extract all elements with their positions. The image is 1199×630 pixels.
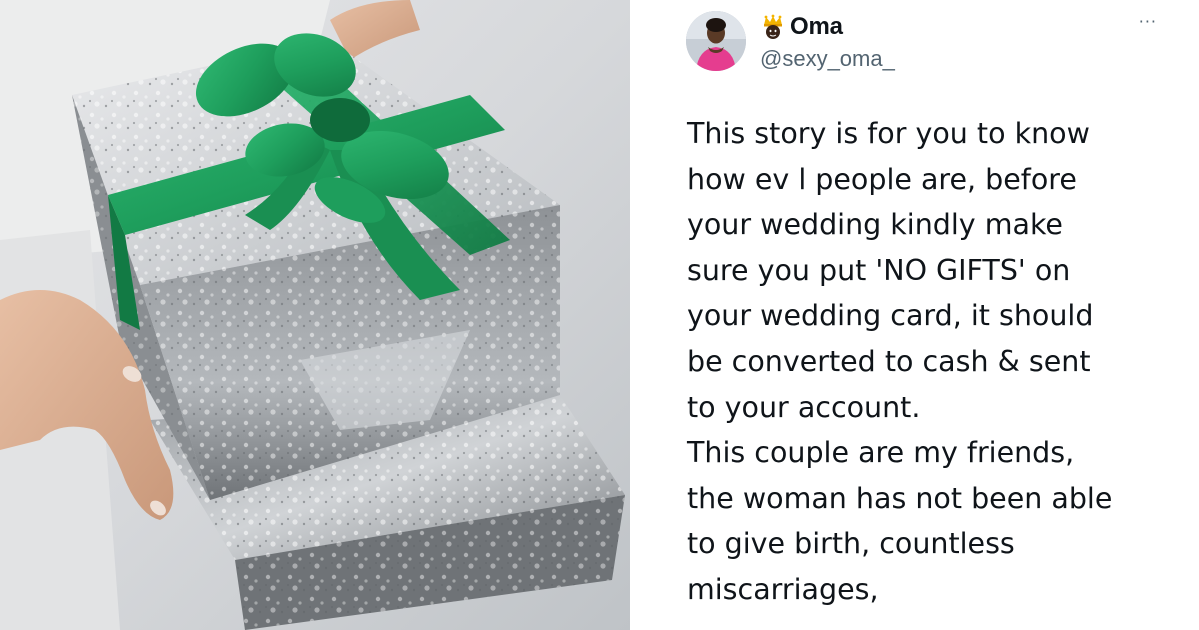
tweet-text-line: This story is for you to know xyxy=(687,117,1090,150)
tweet-text: This story is for you to know how ev l p… xyxy=(687,111,1177,613)
screenshot-canvas: Oma @sexy_oma_ ··· This story is for you… xyxy=(0,0,1199,630)
avatar[interactable] xyxy=(686,11,746,71)
gift-boxes-icon xyxy=(0,0,630,630)
more-options-icon[interactable]: ··· xyxy=(1139,14,1157,30)
tweet-text-line: to your account. xyxy=(687,390,921,424)
tweet-text-line: miscarriages, xyxy=(687,572,879,606)
tweet-text-line: to give birth, countless xyxy=(687,527,1015,561)
tweet-text-line: be converted to cash & sent xyxy=(687,344,1091,378)
tweet-text-line: the woman has not been able xyxy=(687,481,1113,515)
tweet-text-line: your wedding kindly make xyxy=(687,208,1063,242)
crown-face-emoji-icon xyxy=(760,14,786,40)
gift-photo xyxy=(0,0,630,630)
display-name: Oma xyxy=(790,13,843,40)
author-name-row[interactable]: Oma xyxy=(760,12,843,42)
tweet-text-line: your wedding card, it should xyxy=(687,299,1094,333)
user-handle[interactable]: @sexy_oma_ xyxy=(760,46,895,72)
tweet-card[interactable]: Oma @sexy_oma_ ··· This story is for you… xyxy=(630,0,1199,630)
tweet-text-line: how ev l people are, before xyxy=(687,162,1077,196)
tweet-text-line: sure you put 'NO GIFTS' on xyxy=(687,253,1071,287)
tweet-text-line: This couple are my friends, xyxy=(687,436,1075,470)
profile-photo-icon xyxy=(686,11,746,71)
